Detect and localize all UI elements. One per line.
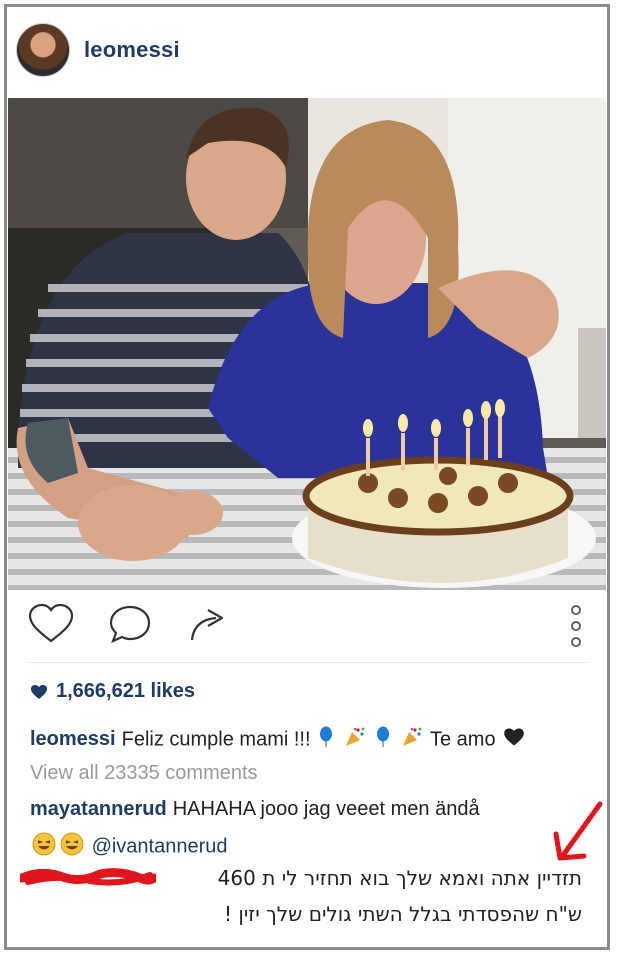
comment-row: mayatannerud HAHAHA jooo jag veeet men än… [30,798,480,821]
hebrew-comment-line-2: ש"ח שהפסדתי בגלל השתי גולים שלך יזין ! [224,902,582,926]
view-all-comments[interactable]: View all 23335 comments [30,762,258,785]
comment-bubble-icon[interactable] [108,604,152,649]
photo-illustration [8,98,606,590]
caption-text: Feliz cumple mami !!! [121,728,311,751]
post-username[interactable]: leomessi [84,37,180,63]
caption-username[interactable]: leomessi [30,728,116,750]
party-popper-icon [344,726,366,754]
laughing-face-icon [60,832,84,862]
black-heart-icon [503,727,525,753]
comment-text: HAHAHA jooo jag veeet men ändå [172,798,480,820]
share-arrow-icon[interactable] [188,604,228,649]
likes-text: 1,666,621 likes [56,680,196,702]
post-header: leomessi [16,22,180,78]
balloon-icon [375,726,391,754]
likes-count[interactable]: 1,666,621 likes [30,680,195,703]
comment-row-continued: @ivantannerud [30,832,228,862]
hebrew-comment-line-1: תזדיין אתה ואמא שלך בוא תחזיר לי ת 460 [217,866,582,890]
avatar[interactable] [16,23,70,77]
action-bar [28,603,588,653]
vertical-dots-icon[interactable] [568,604,584,653]
red-arrow-annotation [548,800,608,864]
laughing-face-icon [32,832,56,862]
balloon-icon [318,726,334,754]
caption: leomessi Feliz cumple mami !!! Te amo [30,726,527,754]
filled-heart-icon [31,684,47,699]
divider [28,662,588,663]
comment-mention[interactable]: @ivantannerud [92,835,228,857]
comment-username[interactable]: mayatannerud [30,798,167,820]
redacted-username-scribble [17,868,159,888]
post-photo[interactable] [8,98,606,590]
heart-outline-icon[interactable] [28,603,74,649]
party-popper-icon [401,726,423,754]
caption-text-end: Te amo [430,728,496,751]
